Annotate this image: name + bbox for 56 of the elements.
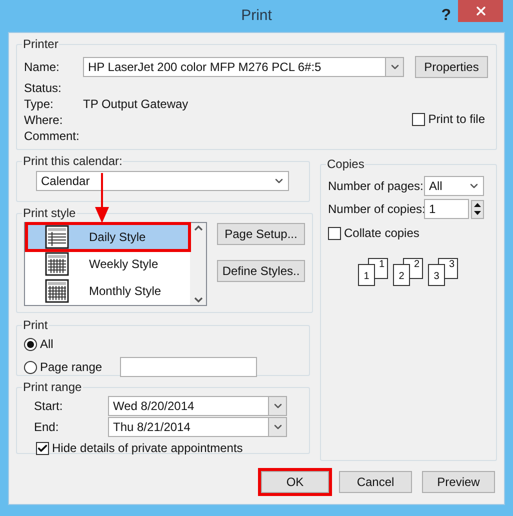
group-label: Printer <box>22 36 60 53</box>
dialog-button[interactable]: Properties <box>415 56 488 78</box>
dialog-button[interactable]: Preview <box>422 471 495 493</box>
close-icon <box>474 4 488 18</box>
checkbox-label: Collate copies <box>344 225 420 242</box>
up-arrow-icon <box>474 202 481 207</box>
end-date-dropdown[interactable]: Thu 8/21/2014 <box>108 417 287 437</box>
help-button[interactable]: ? <box>441 4 451 28</box>
group-label: Print <box>22 317 49 334</box>
field-label: Status: <box>24 80 62 97</box>
radio-button[interactable] <box>24 360 37 374</box>
radio-label: All <box>40 336 54 353</box>
field-value: TP Output Gateway <box>83 96 188 113</box>
annotation-arrow <box>95 173 109 223</box>
daily-calendar-icon <box>45 224 69 248</box>
group-label: Print style <box>22 205 77 222</box>
checkbox[interactable] <box>412 112 426 126</box>
checkbox[interactable] <box>36 442 49 454</box>
scroll-up-icon <box>194 225 202 231</box>
pages-dropdown[interactable]: All <box>424 176 484 196</box>
field-label: Number of copies: <box>328 201 424 218</box>
window-title: Print <box>241 6 272 26</box>
dialog-button[interactable]: Define Styles.. <box>217 260 305 282</box>
field-label: Comment: <box>24 128 80 145</box>
field-label: Number of pages: <box>328 178 424 195</box>
grid-calendar-icon <box>45 278 69 302</box>
down-arrow-icon <box>474 211 481 216</box>
calendar-dropdown[interactable]: Calendar <box>36 171 289 191</box>
group-label: Copies <box>326 156 366 173</box>
radio-label: Page range <box>40 359 104 376</box>
field-label: Start: <box>34 398 64 415</box>
caret-button[interactable] <box>268 397 286 415</box>
spin-buttons[interactable] <box>471 200 484 218</box>
page-range-field[interactable] <box>120 357 257 377</box>
grid-calendar-icon <box>45 252 69 276</box>
field-label: End: <box>34 419 60 436</box>
field-label: Name: <box>24 59 60 76</box>
checkbox-label: Hide details of private appointments <box>52 440 243 457</box>
radio-button[interactable] <box>24 338 37 350</box>
caret-button[interactable] <box>268 418 286 436</box>
checkbox-label: Print to file <box>428 111 485 128</box>
field-label: Where: <box>24 112 64 129</box>
copies-field[interactable]: 1 <box>424 199 469 219</box>
checkbox[interactable] <box>328 226 341 240</box>
scroll-down-icon <box>194 297 202 303</box>
dialog-button[interactable]: Cancel <box>339 471 412 493</box>
group-label: Print this calendar: <box>22 153 124 170</box>
scrollbar[interactable] <box>190 223 206 305</box>
caret-button[interactable] <box>385 58 403 76</box>
printer-dropdown[interactable]: HP LaserJet 200 color MFP M276 PCL 6#:5 <box>83 57 404 77</box>
close-button[interactable] <box>458 0 503 22</box>
field-label: Type: <box>24 96 54 113</box>
dialog-button[interactable]: Page Setup... <box>217 223 305 245</box>
start-date-dropdown[interactable]: Wed 8/20/2014 <box>108 396 287 416</box>
dialog-button[interactable]: OK <box>261 471 329 493</box>
group-label: Print range <box>22 379 83 396</box>
